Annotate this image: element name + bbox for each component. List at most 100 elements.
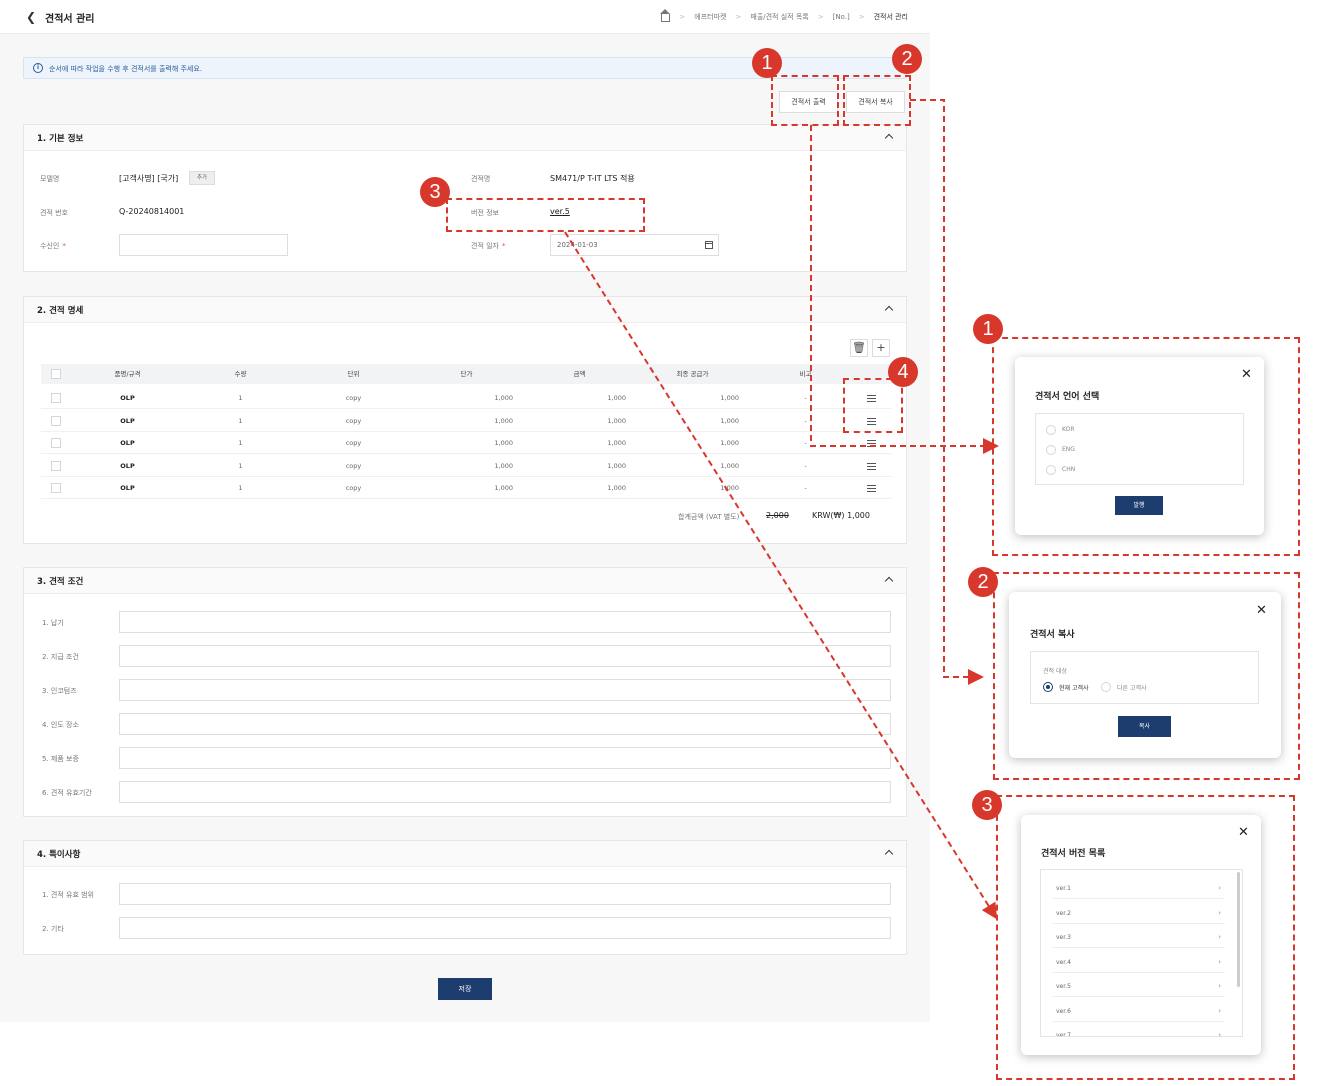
radio-eng[interactable]: [1046, 445, 1056, 455]
table-row[interactable]: OLP 1 copy 1,000 1,000 1,000-: [41, 410, 891, 432]
term-input[interactable]: [119, 781, 891, 803]
section-header[interactable]: 2. 견적 명세: [24, 297, 906, 323]
chevron-right-icon: ›: [1218, 884, 1221, 892]
row-checkbox-cell: [41, 387, 71, 408]
table-cell: OLP: [120, 461, 135, 470]
table-header: 품명/규격 수량 단위 단가 금액 최종 공급가 비고: [41, 364, 891, 384]
table-row[interactable]: OLP 1 copy 1,000 1,000 1,000-: [41, 432, 891, 454]
chevron-up-icon[interactable]: [884, 849, 894, 859]
table-cell: 1,000: [494, 416, 513, 425]
plus-icon[interactable]: +: [872, 339, 890, 357]
version-item[interactable]: ver.6 ›: [1053, 1001, 1225, 1022]
row-checkbox[interactable]: [51, 393, 61, 403]
copy-button[interactable]: 복사: [1118, 716, 1171, 737]
table-cell: copy: [345, 484, 362, 492]
table-cell: OLP: [120, 416, 135, 425]
close-icon[interactable]: ✕: [1256, 603, 1267, 618]
add-tag-button[interactable]: 추가: [189, 171, 216, 185]
drag-handle-icon[interactable]: [867, 462, 876, 470]
term-input[interactable]: [119, 713, 891, 735]
table-row[interactable]: OLP 1 copy 1,000 1,000 1,000-: [41, 477, 891, 499]
section-title: 4. 특이사항: [37, 850, 81, 860]
close-icon[interactable]: ✕: [1238, 825, 1249, 840]
section-header[interactable]: 3. 견적 조건: [24, 568, 906, 594]
modal-title: 견적서 버전 목록: [1041, 849, 1106, 859]
annotation-badge-1: 1: [973, 314, 1003, 344]
row-checkbox-cell: [41, 455, 71, 476]
section-header[interactable]: 4. 특이사항: [24, 841, 906, 867]
highlight-print: [771, 75, 839, 126]
version-item[interactable]: ver.3 ›: [1053, 927, 1225, 948]
row-checkbox[interactable]: [51, 483, 61, 493]
recipient-input[interactable]: [119, 234, 288, 256]
row-checkbox[interactable]: [51, 438, 61, 448]
select-all-checkbox[interactable]: [51, 369, 61, 379]
version-item[interactable]: ver.2 ›: [1053, 903, 1225, 924]
term-label: 6. 견적 유효기간: [42, 789, 92, 797]
radio-kor[interactable]: [1046, 425, 1056, 435]
table-row[interactable]: OLP 1 copy 1,000 1,000 1,000-: [41, 387, 891, 409]
breadcrumb: > 에프터마켓 > 매출/견적 실적 목록 > [No.] > 견적서 관리: [660, 9, 908, 22]
breadcrumb-item[interactable]: [No.]: [833, 13, 850, 21]
table-row[interactable]: OLP 1 copy 1,000 1,000 1,000-: [41, 455, 891, 477]
version-label: ver.1: [1056, 885, 1071, 892]
term-input[interactable]: [119, 611, 891, 633]
special-input[interactable]: [119, 917, 891, 939]
term-input[interactable]: [119, 747, 891, 769]
version-label: ver.3: [1056, 934, 1071, 941]
version-list[interactable]: ver.1 › ver.2 › ver.3 › ver.4 › ver.5 › ver.6 › ver.…: [1040, 869, 1243, 1037]
row-checkbox[interactable]: [51, 415, 61, 426]
row-checkbox-cell: [41, 477, 71, 498]
issue-button[interactable]: 발행: [1115, 496, 1163, 515]
term-input[interactable]: [119, 645, 891, 667]
version-item[interactable]: ver.1 ›: [1053, 878, 1225, 899]
row-checkbox[interactable]: [51, 460, 61, 471]
column-header: 금액: [573, 370, 586, 378]
row-checkbox-cell: [41, 410, 71, 431]
section-header[interactable]: 1. 기본 정보: [24, 125, 906, 151]
drag-handle-icon[interactable]: [867, 440, 876, 447]
chevron-up-icon[interactable]: [884, 305, 894, 315]
special-label: 1. 견적 유효 범위: [42, 891, 94, 899]
info-icon: i: [33, 63, 43, 73]
date-input[interactable]: 2024-01-03: [550, 234, 719, 256]
radio-chn[interactable]: [1046, 465, 1056, 475]
close-icon[interactable]: ✕: [1241, 367, 1252, 382]
table-cell: copy: [345, 439, 362, 447]
term-input[interactable]: [119, 679, 891, 701]
chevron-up-icon[interactable]: [884, 133, 894, 143]
drag-handle-icon[interactable]: [867, 485, 876, 492]
breadcrumb-item[interactable]: 매출/견적 실적 목록: [750, 12, 808, 22]
term-label: 1. 납기: [42, 619, 64, 627]
home-icon[interactable]: [660, 9, 671, 22]
header-checkbox-cell: [41, 364, 71, 384]
breadcrumb-item[interactable]: 에프터마켓: [694, 12, 726, 22]
special-input[interactable]: [119, 883, 891, 905]
date-label-text: 견적 일자: [471, 242, 499, 250]
chevron-up-icon[interactable]: [884, 576, 894, 586]
highlight-row-menu: [843, 378, 903, 433]
version-item[interactable]: ver.5 ›: [1053, 976, 1225, 997]
version-item[interactable]: ver.7 ›: [1053, 1025, 1225, 1037]
table-cell: copy: [345, 416, 362, 425]
save-button[interactable]: 저장: [438, 978, 492, 1000]
special-label: 2. 기타: [42, 925, 64, 933]
version-label: ver.4: [1056, 958, 1071, 966]
scrollbar[interactable]: [1237, 872, 1240, 987]
copy-options: 견적 대상 현재 고객사 다른 고객사: [1030, 651, 1259, 704]
table-cell: OLP: [120, 439, 135, 447]
chevron-left-icon[interactable]: ❮: [26, 10, 36, 24]
table-cell: -: [804, 439, 807, 447]
table-cell: -: [804, 484, 807, 492]
table-cell: 1: [238, 461, 243, 470]
chevron-right-icon: ›: [1218, 1031, 1221, 1037]
radio-other-customer[interactable]: [1101, 682, 1111, 692]
page-title: 견적서 관리: [45, 14, 95, 25]
language-modal: 견적서 언어 선택 ✕ KOR ENG CHN 발행: [1015, 357, 1264, 535]
radio-current-customer[interactable]: [1043, 682, 1053, 692]
trash-icon[interactable]: 🗑: [850, 339, 868, 357]
table-cell: 1,000: [607, 484, 626, 492]
table-cell: 1,000: [607, 394, 626, 402]
version-item[interactable]: ver.4 ›: [1053, 952, 1225, 973]
calendar-icon[interactable]: [705, 241, 713, 249]
